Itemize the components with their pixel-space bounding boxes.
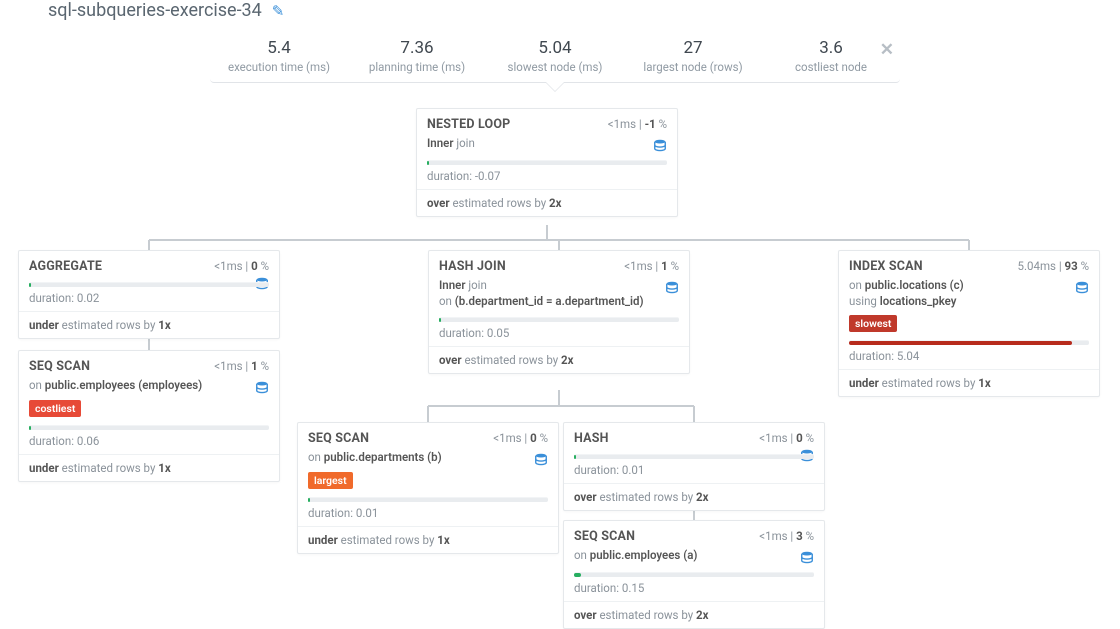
database-icon[interactable] bbox=[800, 551, 814, 565]
duration-text: duration: 0.15 bbox=[574, 581, 814, 595]
plan-node-seq-scan-employees[interactable]: SEQ SCAN <1ms | 1 % on public.employees … bbox=[18, 350, 280, 482]
plan-node-hash-join[interactable]: HASH JOIN <1ms | 1 % Inner join on (b.de… bbox=[428, 250, 690, 374]
node-subline: on public.locations (c) using locations_… bbox=[849, 278, 1089, 309]
node-title: SEQ SCAN bbox=[29, 359, 90, 374]
node-subline: Inner join bbox=[427, 136, 667, 152]
edit-icon[interactable]: ✎ bbox=[272, 2, 285, 20]
duration-text: duration: 0.01 bbox=[574, 463, 814, 477]
plan-node-aggregate[interactable]: AGGREGATE <1ms | 0 % duration: 0.02 unde… bbox=[18, 250, 280, 339]
duration-text: duration: 5.04 bbox=[849, 349, 1089, 363]
estimate-text: over estimated rows by 2x bbox=[427, 190, 667, 210]
page-title: sql-subqueries-exercise-34 bbox=[48, 0, 262, 21]
duration-bar bbox=[29, 282, 269, 287]
node-stats: <1ms | 0 % bbox=[214, 259, 269, 273]
node-subline: on public.employees (a) bbox=[574, 548, 814, 564]
node-stats: 5.04ms | 93 % bbox=[1018, 259, 1089, 273]
metric-value: 27 bbox=[624, 38, 762, 58]
database-icon[interactable] bbox=[665, 281, 679, 295]
pointer-icon bbox=[545, 82, 565, 92]
duration-bar bbox=[29, 425, 269, 430]
node-title: SEQ SCAN bbox=[308, 431, 369, 446]
node-subline: on public.departments (b) bbox=[308, 450, 548, 466]
database-icon[interactable] bbox=[255, 381, 269, 395]
node-subline: on public.employees (employees) bbox=[29, 378, 269, 394]
duration-text: duration: 0.02 bbox=[29, 291, 269, 305]
database-icon[interactable] bbox=[534, 453, 548, 467]
metric-label: largest node (rows) bbox=[624, 60, 762, 74]
estimate-text: over estimated rows by 2x bbox=[574, 484, 814, 504]
metric-execution-time: 5.4 execution time (ms) bbox=[210, 38, 348, 74]
node-title: NESTED LOOP bbox=[427, 117, 510, 132]
estimate-text: under estimated rows by 1x bbox=[849, 370, 1089, 390]
close-icon[interactable]: ✕ bbox=[880, 40, 894, 60]
duration-bar bbox=[439, 317, 679, 322]
metric-label: costliest node bbox=[762, 60, 900, 74]
node-title: SEQ SCAN bbox=[574, 529, 635, 544]
duration-bar bbox=[849, 340, 1089, 345]
plan-node-nested-loop[interactable]: NESTED LOOP <1ms | -1 % Inner join durat… bbox=[416, 108, 678, 217]
node-title: INDEX SCAN bbox=[849, 259, 923, 274]
duration-bar bbox=[427, 160, 667, 165]
node-stats: <1ms | 1 % bbox=[624, 259, 679, 273]
node-stats: <1ms | 0 % bbox=[759, 431, 814, 445]
metric-value: 5.04 bbox=[486, 38, 624, 58]
database-icon[interactable] bbox=[1075, 281, 1089, 295]
node-title: HASH JOIN bbox=[439, 259, 506, 274]
plan-node-index-scan[interactable]: INDEX SCAN 5.04ms | 93 % on public.locat… bbox=[838, 250, 1100, 397]
node-stats: <1ms | 1 % bbox=[214, 359, 269, 373]
duration-text: duration: -0.07 bbox=[427, 169, 667, 183]
largest-badge: largest bbox=[308, 472, 353, 489]
metric-value: 5.4 bbox=[210, 38, 348, 58]
duration-text: duration: 0.05 bbox=[439, 326, 679, 340]
node-stats: <1ms | -1 % bbox=[608, 117, 667, 131]
metrics-bar: 5.4 execution time (ms) 7.36 planning ti… bbox=[210, 34, 900, 83]
metric-largest-node: 27 largest node (rows) bbox=[624, 38, 762, 74]
estimate-text: over estimated rows by 2x bbox=[439, 347, 679, 367]
metric-planning-time: 7.36 planning time (ms) bbox=[348, 38, 486, 74]
node-subline: Inner join on (b.department_id = a.depar… bbox=[439, 278, 679, 309]
plan-node-hash[interactable]: HASH <1ms | 0 % duration: 0.01 over esti… bbox=[563, 422, 825, 511]
metric-label: execution time (ms) bbox=[210, 60, 348, 74]
metric-value: 7.36 bbox=[348, 38, 486, 58]
costliest-badge: costliest bbox=[29, 400, 81, 417]
node-stats: <1ms | 3 % bbox=[759, 529, 814, 543]
node-title: AGGREGATE bbox=[29, 259, 102, 274]
plan-node-seq-scan-employees-a[interactable]: SEQ SCAN <1ms | 3 % on public.employees … bbox=[563, 520, 825, 629]
duration-bar bbox=[308, 497, 548, 502]
duration-text: duration: 0.01 bbox=[308, 506, 548, 520]
plan-node-seq-scan-departments[interactable]: SEQ SCAN <1ms | 0 % on public.department… bbox=[297, 422, 559, 554]
estimate-text: under estimated rows by 1x bbox=[308, 527, 548, 547]
estimate-text: under estimated rows by 1x bbox=[29, 312, 269, 332]
database-icon[interactable] bbox=[653, 139, 667, 153]
duration-text: duration: 0.06 bbox=[29, 434, 269, 448]
duration-bar bbox=[574, 454, 814, 459]
metric-label: slowest node (ms) bbox=[486, 60, 624, 74]
node-stats: <1ms | 0 % bbox=[493, 431, 548, 445]
duration-bar bbox=[574, 572, 814, 577]
metric-label: planning time (ms) bbox=[348, 60, 486, 74]
estimate-text: over estimated rows by 2x bbox=[574, 602, 814, 622]
node-title: HASH bbox=[574, 431, 609, 446]
slowest-badge: slowest bbox=[849, 315, 897, 332]
estimate-text: under estimated rows by 1x bbox=[29, 455, 269, 475]
metric-slowest-node: 5.04 slowest node (ms) bbox=[486, 38, 624, 74]
